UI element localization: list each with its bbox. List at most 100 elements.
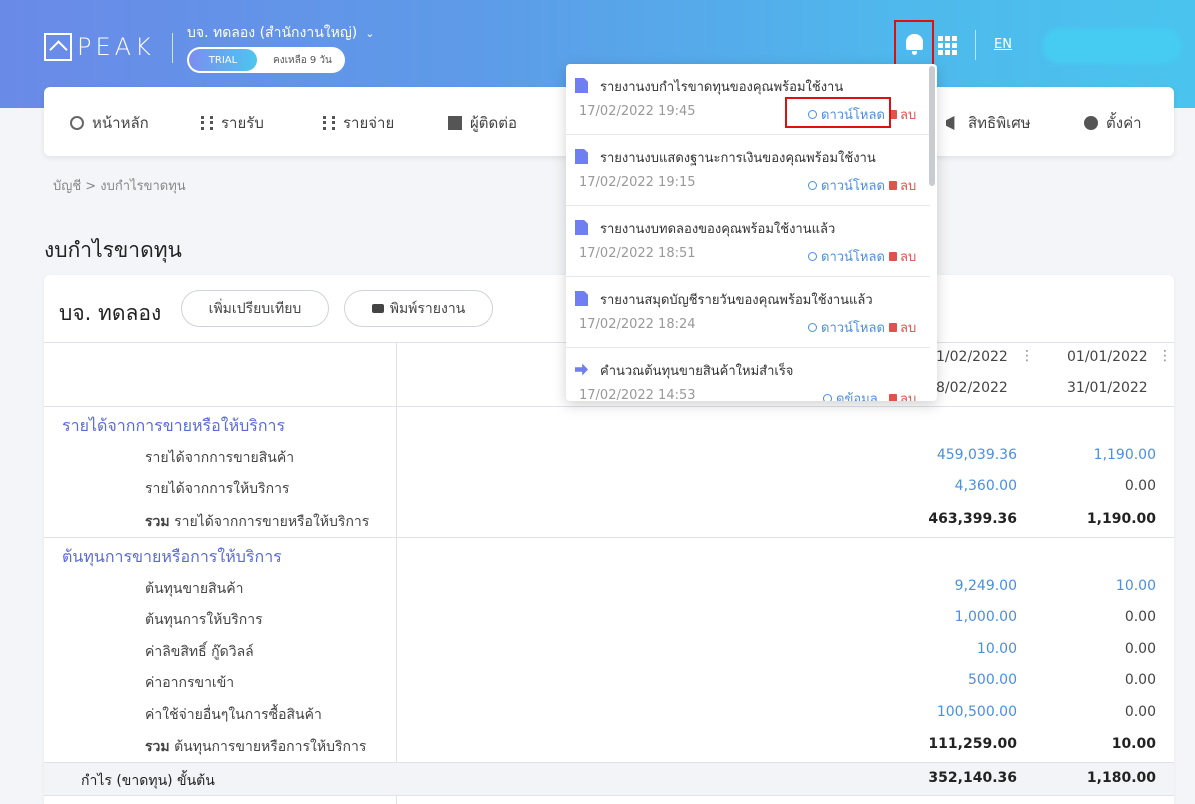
- notification-item[interactable]: คำนวณต้นทุนขายสินค้าใหม่สำเร็จ 17/02/202…: [566, 348, 930, 401]
- table-row-gross-profit: กำไร (ขาดทุน) ขั้นต้น 352,140.36 1,180.0…: [44, 763, 1174, 795]
- delete-link[interactable]: ลบ: [889, 246, 916, 267]
- company-selector[interactable]: บจ. ทดลอง (สำนักงานใหญ่) ⌄: [187, 22, 374, 44]
- table-row: ต้นทุนขายสินค้า 9,249.00 10.00: [44, 571, 1174, 603]
- row-value-2: 0.00: [1124, 704, 1156, 720]
- breadcrumb[interactable]: บัญชี > งบกำไรขาดทุน: [53, 175, 186, 196]
- download-icon: [808, 323, 817, 332]
- notification-date: 17/02/2022 18:51: [579, 246, 696, 261]
- row-value-1[interactable]: 500.00: [968, 672, 1017, 688]
- download-link[interactable]: ดาวน์โหลด: [808, 246, 885, 267]
- row-label: ค่าลิขสิทธิ์ กู๊ดวิลล์: [145, 644, 254, 660]
- row-value-1[interactable]: 10.00: [977, 641, 1017, 657]
- table-row: ค่าลิขสิทธิ์ กู๊ดวิลล์ 10.00 0.00: [44, 634, 1174, 666]
- search-icon: [823, 394, 832, 401]
- col1-to: 8/02/2022: [936, 380, 1008, 396]
- row-value-1: 111,259.00: [928, 736, 1017, 752]
- gear-icon: [1084, 116, 1098, 130]
- nav-privileges[interactable]: สิทธิพิเศษ: [946, 111, 1031, 135]
- report-file-icon: [575, 291, 588, 306]
- chevron-down-icon: ⌄: [365, 26, 375, 40]
- nav-settings-label: ตั้งค่า: [1106, 114, 1142, 132]
- row-value-1[interactable]: 4,360.00: [955, 478, 1017, 494]
- coins-icon: [323, 116, 335, 130]
- column-menu-icon[interactable]: ⋮: [1020, 348, 1034, 364]
- row-value-2: 1,190.00: [1086, 511, 1156, 527]
- download-icon: [808, 181, 817, 190]
- delete-link[interactable]: ลบ: [889, 175, 916, 196]
- notification-item[interactable]: รายงานสมุดบัญชีรายวันของคุณพร้อมใช้งานแล…: [566, 277, 930, 348]
- header-divider-2: [975, 30, 976, 60]
- download-link[interactable]: ดาวน์โหลด: [808, 175, 885, 196]
- notification-item[interactable]: รายงานงบแสดงฐานะการเงินของคุณพร้อมใช้งาน…: [566, 135, 930, 206]
- delete-label: ลบ: [900, 179, 917, 194]
- nav-income-label: รายรับ: [221, 114, 264, 132]
- row-value-1: 463,399.36: [928, 511, 1017, 527]
- peak-logo[interactable]: PEAK: [44, 33, 155, 61]
- nav-home[interactable]: หน้าหลัก: [70, 111, 149, 135]
- delete-link[interactable]: ลบ: [889, 104, 916, 125]
- header-divider: [172, 33, 173, 63]
- report-file-icon: [575, 149, 588, 164]
- table-row: ค่าอากรขาเข้า 500.00 0.00: [44, 665, 1174, 697]
- report-file-icon: [575, 78, 588, 93]
- notification-date: 17/02/2022 19:15: [579, 175, 696, 190]
- row-value-2: 10.00: [1111, 736, 1156, 752]
- total-prefix: รวม: [145, 739, 170, 755]
- divider: [44, 406, 1174, 407]
- notification-item[interactable]: รายงานงบกำไรขาดทุนของคุณพร้อมใช้งาน 17/0…: [566, 64, 930, 135]
- row-value-1[interactable]: 100,500.00: [937, 704, 1017, 720]
- notification-item[interactable]: รายงานงบทดลองของคุณพร้อมใช้งานแล้ว 17/02…: [566, 206, 930, 277]
- add-compare-button[interactable]: เพิ่มเปรียบเทียบ: [181, 290, 329, 327]
- delete-link[interactable]: ลบ: [889, 317, 916, 338]
- nav-contacts[interactable]: ผู้ติดต่อ: [448, 111, 517, 135]
- coins-icon: [201, 116, 213, 130]
- nav-settings[interactable]: ตั้งค่า: [1084, 111, 1142, 135]
- view-info-link[interactable]: ดูข้อมูล: [823, 388, 878, 401]
- trial-label: TRIAL: [189, 49, 257, 71]
- download-highlight: [785, 97, 891, 128]
- row-value-1[interactable]: 9,249.00: [955, 578, 1017, 594]
- print-report-button[interactable]: พิมพ์รายงาน: [344, 290, 493, 327]
- page-title: งบกำไรขาดทุน: [44, 238, 182, 262]
- row-value-2[interactable]: 1,190.00: [1094, 447, 1156, 463]
- delete-label: ลบ: [900, 108, 917, 123]
- notification-text: รายงานงบกำไรขาดทุนของคุณพร้อมใช้งาน: [600, 80, 844, 95]
- nav-expense[interactable]: รายจ่าย: [323, 111, 394, 135]
- row-value-2[interactable]: 10.00: [1116, 578, 1156, 594]
- user-profile-redacted[interactable]: [1042, 28, 1182, 64]
- download-link[interactable]: ดาวน์โหลด: [808, 317, 885, 338]
- nav-income[interactable]: รายรับ: [201, 111, 264, 135]
- nav-expense-label: รายจ่าย: [343, 114, 395, 132]
- megaphone-icon: [946, 116, 955, 130]
- delete-link[interactable]: ลบ: [889, 388, 916, 401]
- apps-grid-icon[interactable]: [938, 36, 957, 55]
- bell-icon: [906, 34, 923, 55]
- logo-mark-icon: [44, 33, 72, 61]
- divider: [44, 537, 1174, 538]
- notification-scrollbar[interactable]: [929, 66, 935, 186]
- company-name: บจ. ทดลอง (สำนักงานใหญ่): [187, 25, 358, 41]
- table-row: รวม รายได้จากการขายหรือให้บริการ 463,399…: [44, 504, 1174, 536]
- view-info-label: ดูข้อมูล: [836, 392, 878, 401]
- row-label: รายได้จากการให้บริการ: [145, 481, 290, 497]
- total-label: ต้นทุนการขายหรือการให้บริการ: [174, 739, 367, 755]
- row-value-1[interactable]: 459,039.36: [937, 447, 1017, 463]
- dashboard-icon: [70, 116, 84, 130]
- delete-label: ลบ: [900, 250, 917, 265]
- trash-icon: [889, 394, 897, 401]
- nav-contacts-label: ผู้ติดต่อ: [470, 114, 518, 132]
- row-label: รวม รายได้จากการขายหรือให้บริการ: [145, 511, 369, 533]
- row-value-1[interactable]: 1,000.00: [955, 609, 1017, 625]
- row-value-2: 1,180.00: [1086, 770, 1156, 786]
- language-switch[interactable]: EN: [994, 37, 1012, 52]
- print-report-label: พิมพ์รายงาน: [389, 300, 466, 317]
- row-value-1: 352,140.36: [928, 770, 1017, 786]
- total-label: รายได้จากการขายหรือให้บริการ: [174, 514, 370, 530]
- table-row: รายได้จากการให้บริการ 4,360.00 0.00: [44, 471, 1174, 503]
- table-row: ค่าใช้จ่ายอื่นๆในการซื้อสินค้า 100,500.0…: [44, 697, 1174, 729]
- notification-button[interactable]: [894, 20, 934, 67]
- column-menu-icon[interactable]: ⋮: [1158, 348, 1172, 364]
- col2-from: 01/01/2022: [1067, 349, 1148, 365]
- trial-remaining: คงเหลือ 9 วัน: [273, 54, 332, 66]
- notification-date: 17/02/2022 18:24: [579, 317, 696, 332]
